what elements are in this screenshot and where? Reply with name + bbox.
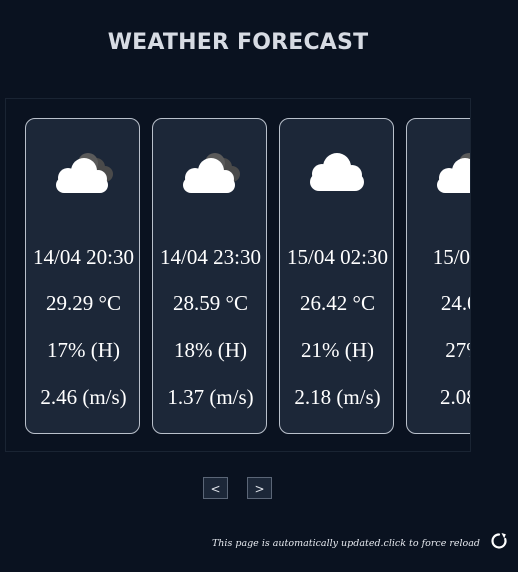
forecast-datetime: 14/04 20:30 [33,245,134,269]
forecast-card: 15/04 02:30 26.42 °C 21% (H) 2.18 (m/s) [279,118,394,434]
forecast-temperature: 29.29 °C [46,291,121,315]
forecast-datetime: 15/04 02:30 [287,245,388,269]
forecast-temperature: 28.59 °C [173,291,248,315]
forecast-card: 15/04 0 24.07 27% 2.08 ( [406,118,471,434]
forecast-datetime: 14/04 23:30 [160,245,261,269]
partly-cloudy-icon [437,153,470,193]
forecast-humidity: 18% (H) [174,338,247,362]
forecast-carousel: 14/04 20:30 29.29 °C 17% (H) 2.46 (m/s) … [5,98,471,452]
partly-cloudy-icon [56,153,113,193]
forecast-datetime: 15/04 0 [432,245,471,269]
next-button[interactable]: > [247,477,272,499]
partly-cloudy-icon [183,153,240,193]
page-title: WEATHER FORECAST [107,30,369,55]
forecast-wind: 1.37 (m/s) [167,385,254,409]
forecast-humidity: 21% (H) [301,338,374,362]
reload-icon[interactable] [490,532,508,550]
forecast-card: 14/04 20:30 29.29 °C 17% (H) 2.46 (m/s) [25,118,140,434]
forecast-wind: 2.18 (m/s) [294,385,381,409]
forecast-humidity: 17% (H) [47,338,120,362]
auto-update-notice[interactable]: This page is automatically updated.click… [212,538,480,549]
cloud-icon [310,153,364,191]
forecast-temperature: 26.42 °C [300,291,375,315]
forecast-wind: 2.08 ( [440,385,470,409]
forecast-wind: 2.46 (m/s) [40,385,127,409]
forecast-humidity: 27% [445,338,470,362]
forecast-temperature: 24.07 [440,291,470,315]
forecast-card: 14/04 23:30 28.59 °C 18% (H) 1.37 (m/s) [152,118,267,434]
prev-button[interactable]: < [203,477,228,499]
